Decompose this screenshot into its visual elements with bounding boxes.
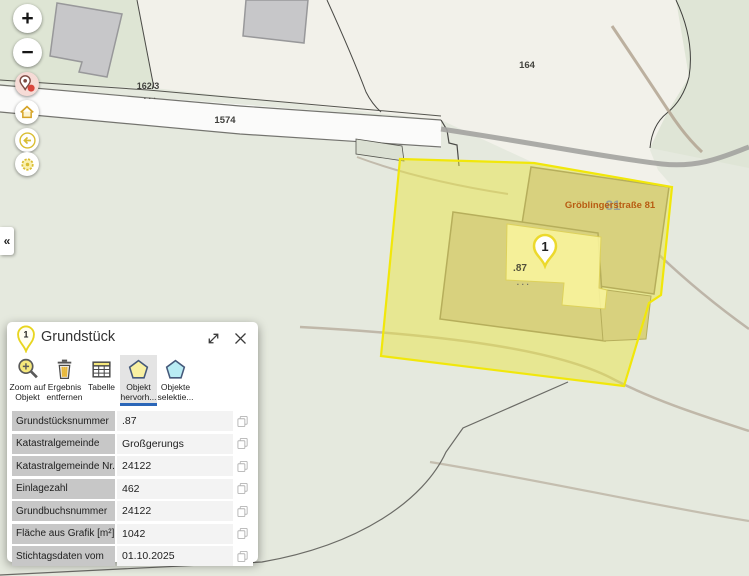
home-icon: [17, 102, 37, 122]
marker-number: 1: [541, 239, 548, 254]
copy-button[interactable]: [233, 456, 253, 476]
table-icon: [89, 357, 114, 382]
row-value: 462: [117, 479, 233, 499]
attribute-table: Grundstücksnummer .87 Katastralgemeinde …: [12, 411, 253, 566]
row-label: Fläche aus Grafik [m²]: [12, 524, 115, 544]
toolbar-label: Tabelle: [88, 383, 115, 393]
toolbar-select-objects[interactable]: Objekte selektie...: [157, 355, 194, 406]
toolbar-remove-result[interactable]: Ergebnis entfernen: [46, 355, 83, 406]
row-value: 1042: [117, 524, 233, 544]
table-row: Katastralgemeinde Großgerungs: [12, 434, 253, 454]
row-value: 24122: [117, 501, 233, 521]
table-row: Grundbuchsnummer 24122: [12, 501, 253, 521]
select-objects-icon: [163, 357, 188, 382]
copy-icon: [237, 415, 249, 428]
zoom-out-button[interactable]: −: [13, 38, 42, 67]
result-panel: 1 Grundstück Zoom auf: [7, 322, 258, 562]
toolbar-highlight-object[interactable]: Objekt hervorh...: [120, 355, 157, 406]
result-pin-number: 1: [24, 330, 29, 340]
arrow-left-icon: [17, 130, 38, 151]
copy-icon: [237, 505, 249, 518]
row-value: 24122: [117, 456, 233, 476]
panel-header: 1 Grundstück: [7, 322, 258, 352]
marker-tool-button[interactable]: [15, 72, 39, 96]
back-extent-button[interactable]: [15, 128, 39, 152]
expand-panel-button[interactable]: [204, 329, 222, 347]
home-button[interactable]: [15, 100, 39, 124]
close-panel-button[interactable]: [231, 329, 249, 347]
toolbar-table[interactable]: Tabelle: [83, 355, 120, 406]
label-parcel-164: 164: [519, 60, 536, 71]
row-value: Großgerungs: [117, 434, 233, 454]
trash-icon: [52, 357, 77, 382]
panel-title: Grundstück: [41, 329, 115, 345]
copy-button[interactable]: [233, 501, 253, 521]
table-row: Einlagezahl 462: [12, 479, 253, 499]
crosshair-icon: [17, 154, 38, 175]
copy-icon: [237, 527, 249, 540]
gis-map-viewer: 164 162/3 · · · 1574 81 Gröblingerstraße…: [0, 0, 749, 576]
toolbar-zoom-to-object[interactable]: Zoom auf Objekt: [9, 355, 46, 406]
table-row: Fläche aus Grafik [m²] 1042: [12, 524, 253, 544]
expand-icon: [206, 331, 221, 346]
zoom-in-button[interactable]: +: [13, 4, 42, 33]
table-row: Grundstücksnummer .87: [12, 411, 253, 431]
label-address: Gröblingerstraße 81: [565, 200, 656, 211]
label-ellipsis-parcel: · · ·: [517, 280, 529, 289]
map-pin-icon: [16, 73, 38, 95]
row-label: Katastralgemeinde: [12, 434, 115, 454]
result-pin-icon: 1: [15, 325, 37, 353]
label-ellipsis-top: · · ·: [144, 94, 156, 103]
locate-button[interactable]: [15, 152, 39, 176]
copy-button[interactable]: [233, 411, 253, 431]
row-label: Grundstücksnummer: [12, 411, 115, 431]
highlight-object-icon: [126, 357, 151, 382]
label-parcel-162-3: 162/3: [137, 81, 160, 91]
toolbar-label: Objekt: [15, 393, 40, 403]
building-annex: [599, 289, 651, 341]
toolbar-label: hervorh...: [121, 393, 157, 403]
copy-icon: [237, 437, 249, 450]
row-value: 01.10.2025: [117, 546, 233, 566]
copy-button[interactable]: [233, 434, 253, 454]
row-value: .87: [117, 411, 233, 431]
table-row: Stichtagsdaten vom 01.10.2025: [12, 546, 253, 566]
zoom-to-object-icon: [15, 357, 40, 382]
toolbar-label: selektie...: [158, 393, 194, 403]
row-label: Stichtagsdaten vom: [12, 546, 115, 566]
copy-button[interactable]: [233, 479, 253, 499]
copy-button[interactable]: [233, 546, 253, 566]
building-topleft-2: [243, 0, 308, 43]
copy-icon: [237, 460, 249, 473]
copy-button[interactable]: [233, 524, 253, 544]
close-icon: [233, 331, 248, 346]
sidebar-collapse-button[interactable]: «: [0, 227, 14, 255]
label-parcel-87: .87: [513, 263, 527, 274]
label-road-1574: 1574: [214, 115, 236, 126]
copy-icon: [237, 482, 249, 495]
panel-toolbar: Zoom auf Objekt Ergebnis entfernen: [7, 352, 258, 406]
copy-icon: [237, 550, 249, 563]
table-row: Katastralgemeinde Nr. 24122: [12, 456, 253, 476]
row-label: Katastralgemeinde Nr.: [12, 456, 115, 476]
row-label: Einlagezahl: [12, 479, 115, 499]
toolbar-label: entfernen: [47, 393, 83, 403]
row-label: Grundbuchsnummer: [12, 501, 115, 521]
